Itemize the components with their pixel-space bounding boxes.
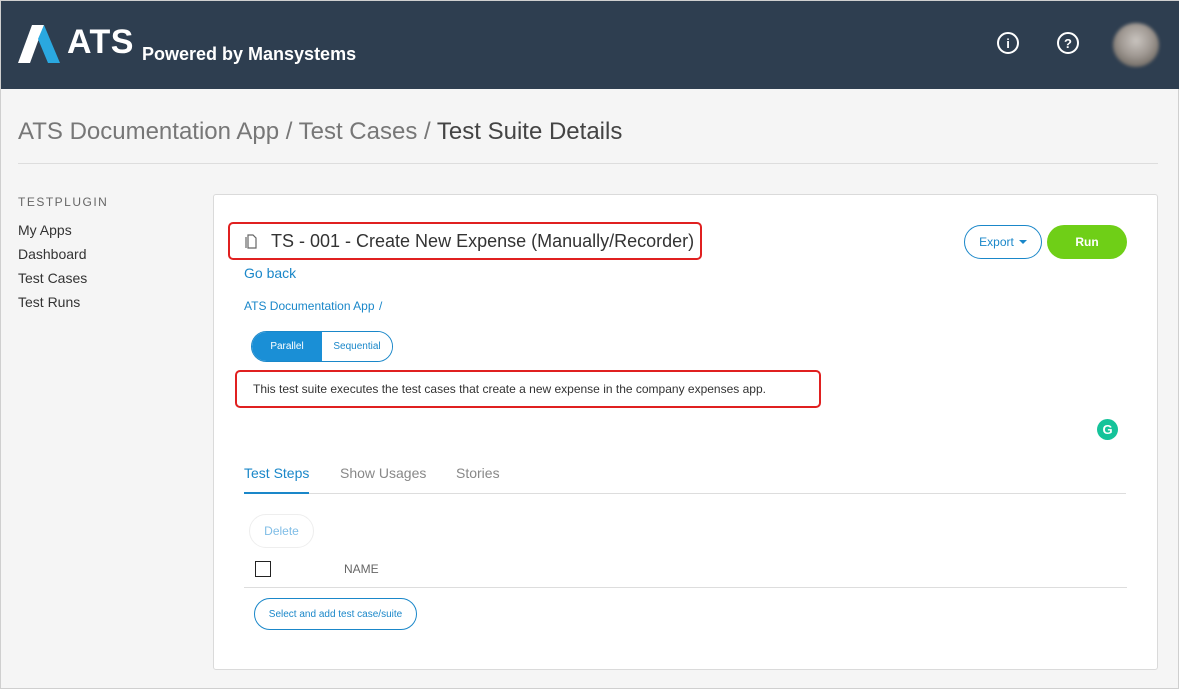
info-icon[interactable]: i [997,32,1019,54]
sidebar-item-dashboard[interactable]: Dashboard [18,246,87,262]
breadcrumb-separator: / [417,118,437,145]
header-divider [18,163,1158,164]
sidebar-item-my-apps[interactable]: My Apps [18,222,72,238]
parallel-option[interactable]: Parallel [252,332,322,361]
breadcrumb-app[interactable]: ATS Documentation App [18,118,279,145]
grammarly-icon[interactable]: G [1097,419,1118,440]
add-test-case-button[interactable]: Select and add test case/suite [254,598,417,630]
sidebar-item-test-cases[interactable]: Test Cases [18,270,87,286]
app-path-link[interactable]: ATS Documentation App [244,299,375,313]
breadcrumb-test-cases[interactable]: Test Cases [299,118,418,145]
column-header-name[interactable]: NAME [344,562,379,576]
tabs-divider [244,493,1126,494]
help-icon[interactable]: ? [1057,32,1079,54]
export-label: Export [979,235,1014,249]
breadcrumb-current: Test Suite Details [436,118,623,145]
caret-down-icon [1018,240,1027,244]
sequential-option[interactable]: Sequential [322,332,392,361]
suite-description: This test suite executes the test cases … [253,382,766,396]
run-button[interactable]: Run [1047,225,1127,259]
top-navigation-bar: ATS Powered by Mansystems i ? [1,1,1179,89]
export-button[interactable]: Export [964,225,1042,259]
delete-button[interactable]: Delete [249,514,314,548]
go-back-link[interactable]: Go back [244,265,296,281]
ats-logo-icon [18,25,60,63]
tab-stories[interactable]: Stories [456,465,500,481]
sidebar-item-test-runs[interactable]: Test Runs [18,294,80,310]
app-path-separator: / [379,299,383,313]
user-avatar[interactable] [1113,23,1159,67]
active-tab-indicator [244,492,309,494]
tab-show-usages[interactable]: Show Usages [340,465,426,481]
logo-subtitle: Powered by Mansystems [142,44,357,64]
tab-test-steps[interactable]: Test Steps [244,465,309,481]
select-all-checkbox[interactable] [255,561,271,577]
table-divider [244,587,1127,588]
execution-mode-toggle: Parallel Sequential [251,331,393,362]
test-suite-title: TS - 001 - Create New Expense (Manually/… [271,231,695,251]
page-breadcrumb: ATS Documentation App / Test Cases / Tes… [18,118,622,146]
breadcrumb-separator: / [279,118,299,145]
document-icon [245,234,257,249]
sidebar-title: TESTPLUGIN [18,195,109,209]
logo-text: ATS [67,23,134,61]
